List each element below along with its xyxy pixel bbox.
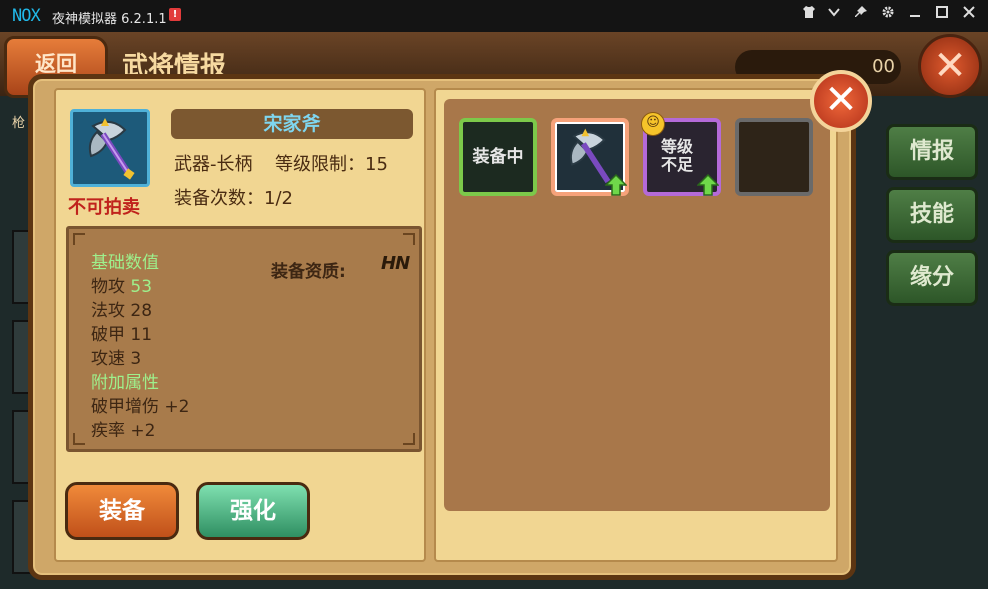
stat-value: +2 [164, 397, 190, 417]
stat-value: 3 [130, 349, 142, 369]
equipment-grid: 装备中 ☺ 等级不足 [444, 99, 830, 511]
shirt-icon[interactable] [798, 5, 820, 27]
stat-row: 破甲 11 [91, 323, 411, 347]
stat-value: 11 [130, 325, 153, 345]
equipped-slot[interactable]: 装备中 [459, 118, 537, 196]
dialog-close-button[interactable]: ✕ [810, 70, 872, 132]
upgrade-arrow-icon [605, 174, 627, 196]
gear-icon[interactable] [877, 5, 899, 27]
stat-row: 物攻 53 [91, 275, 411, 299]
left-tab-label: 枪 [12, 116, 26, 131]
equipment-dialog: 不可拍卖 宋家斧 武器-长柄 等级限制：15 装备次数：1/2 装备资质: HN… [28, 74, 856, 580]
hero-list-strip: 枪 [4, 100, 40, 580]
item-type: 武器-长柄 [174, 154, 253, 175]
stat-value: 28 [130, 301, 153, 321]
empty-slot[interactable] [735, 118, 813, 196]
chevron-down-icon[interactable] [823, 5, 845, 27]
tab-fate[interactable]: 缘分 [886, 250, 978, 306]
background-close-button[interactable]: ✕ [918, 34, 982, 98]
window-title: 夜神模拟器 6.2.1.1 [52, 12, 167, 27]
equip-button[interactable]: 装备 [65, 482, 179, 540]
stat-label: 攻速 [91, 349, 125, 369]
stat-row: 疾率 +2 [91, 419, 411, 437]
alert-badge[interactable]: ! [169, 8, 181, 21]
stat-label: 破甲增伤 [91, 397, 159, 417]
tradable-status: 不可拍卖 [68, 197, 140, 218]
stats-box: 装备资质: HN 基础数值 物攻 53 法攻 28 破甲 11 攻速 3 附加属… [66, 226, 422, 452]
level-insufficient-label: 等级不足 [660, 137, 693, 174]
equipment-list-panel: 装备中 ☺ 等级不足 [434, 88, 838, 562]
extra-stats-header: 附加属性 [91, 373, 159, 393]
stat-label: 疾率 [91, 421, 125, 437]
minimize-icon[interactable] [904, 5, 926, 27]
stat-row: 法攻 28 [91, 299, 411, 323]
close-icon[interactable] [958, 5, 980, 27]
enhance-button[interactable]: 强化 [196, 482, 310, 540]
stat-label: 破甲 [91, 325, 125, 345]
maximize-icon[interactable] [931, 5, 953, 27]
axe-item-icon [70, 109, 150, 187]
item-name: 宋家斧 [171, 109, 413, 139]
selected-axe-slot[interactable] [551, 118, 629, 196]
emulator-titlebar: NOX 夜神模拟器 6.2.1.1 ! [0, 0, 988, 32]
level-insufficient-slot[interactable]: ☺ 等级不足 [641, 112, 721, 196]
tab-skills[interactable]: 技能 [886, 187, 978, 243]
nox-logo: NOX [12, 6, 41, 26]
tab-info[interactable]: 情报 [886, 124, 978, 180]
level-limit: 等级限制：15 [275, 154, 388, 175]
stat-row: 攻速 3 [91, 347, 411, 371]
equip-count: 装备次数：1/2 [174, 188, 293, 209]
stat-label: 法攻 [91, 301, 125, 321]
base-stats-header: 基础数值 [91, 253, 159, 273]
stat-label: 物攻 [91, 277, 125, 297]
stat-value: +2 [130, 421, 156, 437]
item-detail-panel: 不可拍卖 宋家斧 武器-长柄 等级限制：15 装备次数：1/2 装备资质: HN… [54, 88, 426, 562]
smiley-icon: ☺ [641, 112, 665, 136]
equipped-label: 装备中 [472, 147, 524, 167]
upgrade-arrow-icon [697, 174, 719, 196]
pin-icon[interactable] [850, 5, 872, 27]
stat-row: 破甲增伤 +2 [91, 395, 411, 419]
game-viewport: 返回 武将情报 00 ✕ 枪 情报 技能 缘分 不可拍卖 宋家斧 武器-长柄 等… [0, 32, 988, 589]
stats-list: 基础数值 物攻 53 法攻 28 破甲 11 攻速 3 附加属性 破甲增伤 +2… [91, 251, 411, 437]
stat-value: 53 [130, 277, 153, 297]
